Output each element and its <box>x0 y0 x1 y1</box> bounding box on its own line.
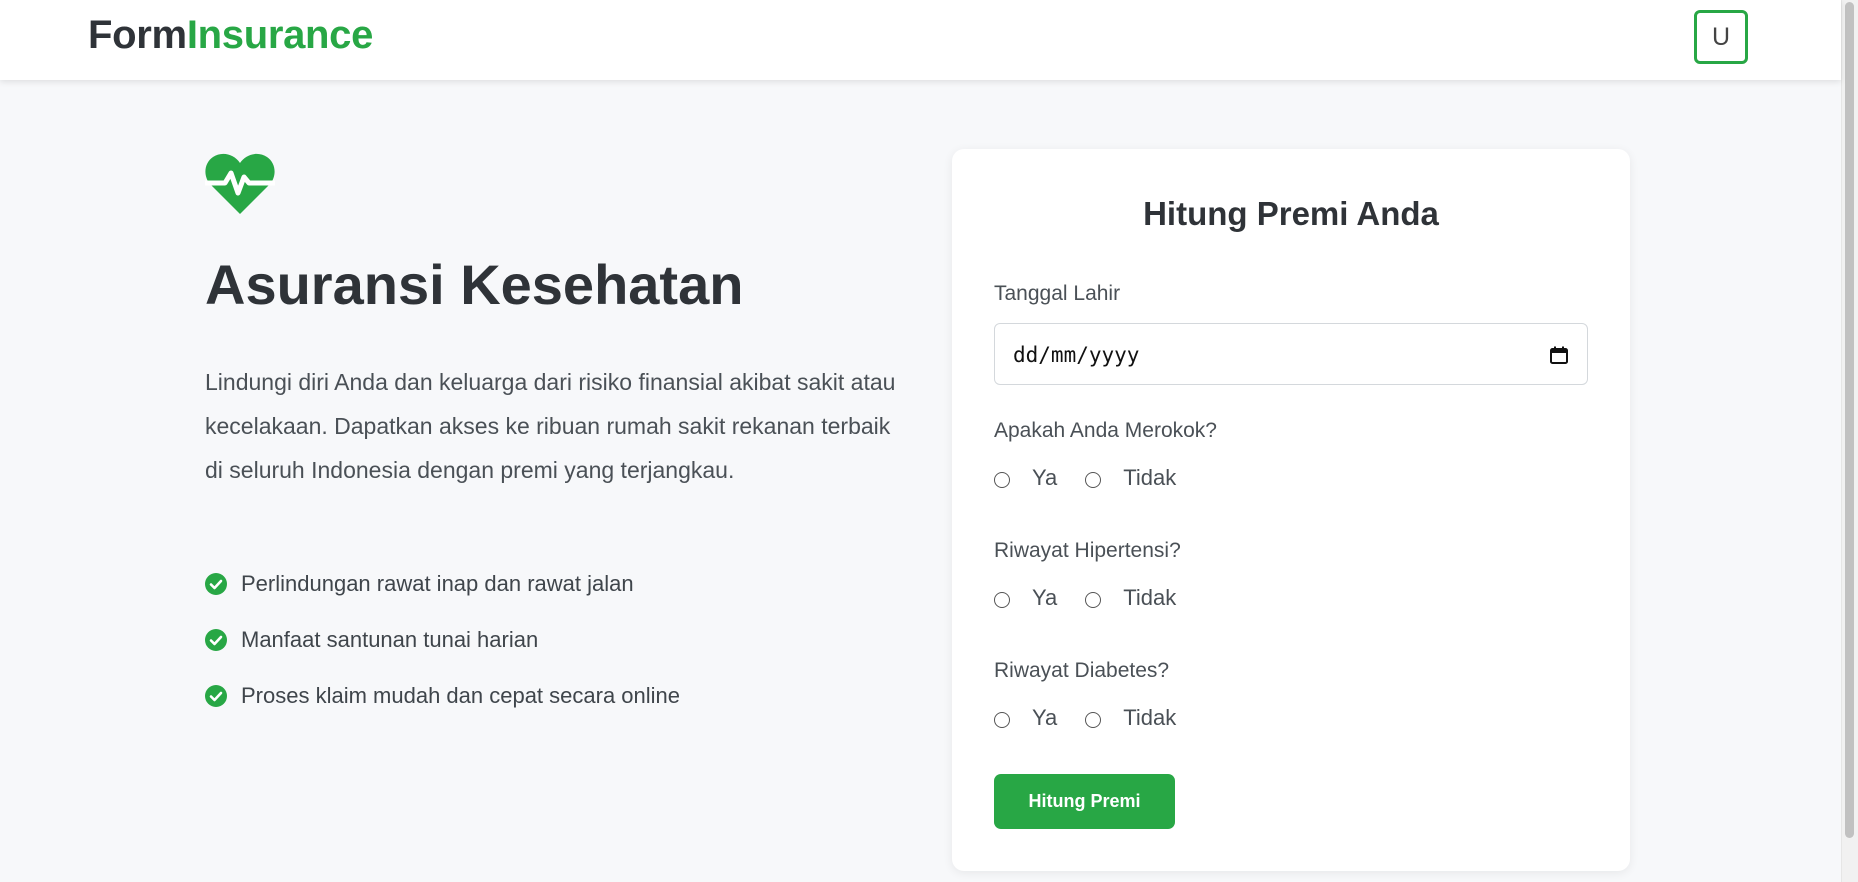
user-initial: U <box>1711 22 1731 51</box>
diabetes-yes-radio[interactable] <box>994 712 1010 728</box>
hypertension-radio-group: Ya Tidak <box>994 583 1204 613</box>
feature-item: Manfaat santunan tunai harian <box>205 612 680 668</box>
radio-label-no: Tidak <box>1123 465 1177 490</box>
smoking-radio-group: Ya Tidak <box>994 463 1204 493</box>
radio-label-no: Tidak <box>1123 705 1177 730</box>
birthdate-label: Tanggal Lahir <box>994 282 1121 305</box>
radio-label-yes: Ya <box>1032 585 1058 610</box>
radio-label-yes: Ya <box>1032 465 1058 490</box>
diabetes-radio-group: Ya Tidak <box>994 703 1204 733</box>
page-title: Asuransi Kesehatan <box>205 253 744 316</box>
hypertension-yes-radio[interactable] <box>994 592 1010 608</box>
smoking-no-radio[interactable] <box>1085 472 1102 488</box>
birthdate-placeholder: dd/mm/yyyy <box>1013 343 1140 367</box>
brand-name-part1: Form <box>88 13 187 57</box>
diabetes-no-radio[interactable] <box>1085 712 1102 728</box>
feature-list: Perlindungan rawat inap dan rawat jalan … <box>205 570 680 738</box>
feature-item: Perlindungan rawat inap dan rawat jalan <box>205 556 680 612</box>
brand-name-part2: Insurance <box>186 13 374 57</box>
feature-label: Perlindungan rawat inap dan rawat jalan <box>241 571 634 596</box>
form-title: Hitung Premi Anda <box>1143 195 1439 232</box>
hypertension-question-label: Riwayat Hipertensi? <box>994 539 1181 562</box>
hero-description: Lindungi diri Anda dan keluarga dari ris… <box>205 369 896 483</box>
check-circle-icon <box>205 629 227 651</box>
check-circle-icon <box>205 685 227 707</box>
radio-label-yes: Ya <box>1032 705 1058 730</box>
premium-calculator-card: Hitung Premi Anda Tanggal Lahir dd/mm/yy… <box>952 149 1630 871</box>
top-navbar: FormInsurance U <box>0 0 1841 80</box>
heart-pulse-icon <box>205 153 275 214</box>
diabetes-question-label: Riwayat Diabetes? <box>994 659 1170 682</box>
feature-item: Proses klaim mudah dan cepat secara onli… <box>205 668 680 724</box>
brand-logo[interactable]: FormInsurance <box>88 13 373 58</box>
radio-label-no: Tidak <box>1123 585 1177 610</box>
feature-label: Manfaat santunan tunai harian <box>241 627 539 652</box>
check-circle-icon <box>205 573 227 595</box>
feature-label: Proses klaim mudah dan cepat secara onli… <box>241 683 681 708</box>
hypertension-no-radio[interactable] <box>1085 592 1102 608</box>
birthdate-input[interactable]: dd/mm/yyyy <box>994 323 1588 385</box>
smoking-question-label: Apakah Anda Merokok? <box>994 419 1217 442</box>
scrollbar-thumb[interactable] <box>1845 2 1854 838</box>
vertical-scrollbar[interactable] <box>1841 0 1858 882</box>
calculate-premium-button[interactable]: Hitung Premi <box>994 774 1175 829</box>
calendar-icon[interactable] <box>1549 345 1569 365</box>
user-menu-button[interactable]: U <box>1694 10 1748 64</box>
smoking-yes-radio[interactable] <box>994 472 1010 488</box>
